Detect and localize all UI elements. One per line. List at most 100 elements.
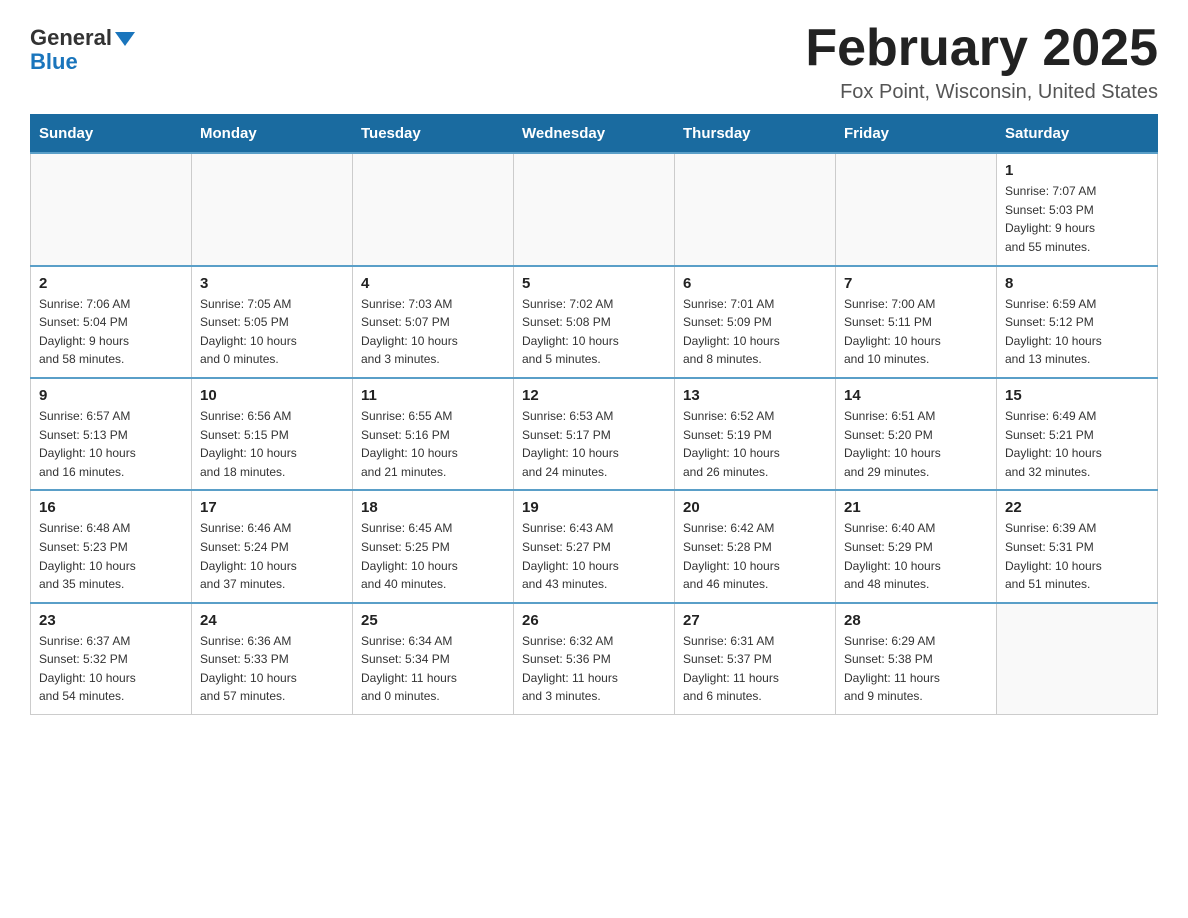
day-info: Sunrise: 6:51 AM Sunset: 5:20 PM Dayligh…: [844, 407, 988, 481]
logo-general: General: [30, 25, 135, 51]
table-row: 10 Sunrise: 6:56 AM Sunset: 5:15 PM Dayli…: [192, 378, 353, 490]
table-row: 19Sunrise: 6:43 AM Sunset: 5:27 PM Dayli…: [514, 490, 675, 602]
day-number: 8: [1005, 275, 1149, 292]
logo-general-text: General: [30, 25, 112, 51]
logo-blue-text: Blue: [30, 49, 78, 75]
table-row: 18 Sunrise: 6:45 AM Sunset: 5:25 PM Dayli…: [353, 490, 514, 602]
day-number: 14: [844, 387, 988, 404]
calendar-table: Sunday Monday Tuesday Wednesday Thursday…: [30, 114, 1158, 715]
table-row: [675, 153, 836, 265]
day-number: 4: [361, 275, 505, 292]
table-row: 8 Sunrise: 6:59 AM Sunset: 5:12 PM Daylig…: [997, 266, 1158, 378]
day-info: Sunrise: 6:52 AM Sunset: 5:19 PM Dayligh…: [683, 407, 827, 481]
day-info: Sunrise: 6:48 AM Sunset: 5:23 PM Dayligh…: [39, 519, 183, 593]
day-info: Sunrise: 6:34 AM Sunset: 5:34 PM Dayligh…: [361, 632, 505, 706]
col-thursday: Thursday: [675, 115, 836, 154]
table-row: 26 Sunrise: 6:32 AM Sunset: 5:36 PM Dayli…: [514, 603, 675, 715]
table-row: 28 Sunrise: 6:29 AM Sunset: 5:38 PM Dayli…: [836, 603, 997, 715]
calendar-week-row: 2 Sunrise: 7:06 AM Sunset: 5:04 PM Daylig…: [31, 266, 1158, 378]
logo-arrow-icon: [115, 32, 135, 46]
day-info: Sunrise: 6:39 AM Sunset: 5:31 PM Dayligh…: [1005, 519, 1149, 593]
table-row: 20 Sunrise: 6:42 AM Sunset: 5:28 PM Dayli…: [675, 490, 836, 602]
table-row: 13 Sunrise: 6:52 AM Sunset: 5:19 PM Dayli…: [675, 378, 836, 490]
table-row: 1 Sunrise: 7:07 AM Sunset: 5:03 PM Daylig…: [997, 153, 1158, 265]
day-number: 17: [200, 499, 344, 516]
month-title: February 2025: [805, 20, 1158, 77]
day-number: 16: [39, 499, 183, 516]
calendar-header-row: Sunday Monday Tuesday Wednesday Thursday…: [31, 115, 1158, 154]
page-header: General Blue February 2025 Fox Point, Wi…: [30, 20, 1158, 104]
table-row: 22Sunrise: 6:39 AM Sunset: 5:31 PM Dayli…: [997, 490, 1158, 602]
day-number: 5: [522, 275, 666, 292]
day-number: 21: [844, 499, 988, 516]
day-info: Sunrise: 6:42 AM Sunset: 5:28 PM Dayligh…: [683, 519, 827, 593]
table-row: 21 Sunrise: 6:40 AM Sunset: 5:29 PM Dayli…: [836, 490, 997, 602]
day-info: Sunrise: 6:45 AM Sunset: 5:25 PM Dayligh…: [361, 519, 505, 593]
day-info: Sunrise: 7:02 AM Sunset: 5:08 PM Dayligh…: [522, 295, 666, 369]
day-number: 27: [683, 612, 827, 629]
calendar-week-row: 1 Sunrise: 7:07 AM Sunset: 5:03 PM Daylig…: [31, 153, 1158, 265]
day-number: 1: [1005, 162, 1149, 179]
title-section: February 2025 Fox Point, Wisconsin, Unit…: [805, 20, 1158, 104]
day-number: 26: [522, 612, 666, 629]
day-info: Sunrise: 6:40 AM Sunset: 5:29 PM Dayligh…: [844, 519, 988, 593]
day-number: 11: [361, 387, 505, 404]
logo: General Blue: [30, 20, 135, 75]
day-info: Sunrise: 6:37 AM Sunset: 5:32 PM Dayligh…: [39, 632, 183, 706]
day-info: Sunrise: 7:05 AM Sunset: 5:05 PM Dayligh…: [200, 295, 344, 369]
table-row: 6 Sunrise: 7:01 AM Sunset: 5:09 PM Daylig…: [675, 266, 836, 378]
table-row: [353, 153, 514, 265]
col-sunday: Sunday: [31, 115, 192, 154]
day-info: Sunrise: 6:31 AM Sunset: 5:37 PM Dayligh…: [683, 632, 827, 706]
col-saturday: Saturday: [997, 115, 1158, 154]
day-number: 23: [39, 612, 183, 629]
table-row: [997, 603, 1158, 715]
table-row: 2 Sunrise: 7:06 AM Sunset: 5:04 PM Daylig…: [31, 266, 192, 378]
day-number: 9: [39, 387, 183, 404]
day-info: Sunrise: 6:46 AM Sunset: 5:24 PM Dayligh…: [200, 519, 344, 593]
table-row: 3 Sunrise: 7:05 AM Sunset: 5:05 PM Daylig…: [192, 266, 353, 378]
table-row: 16 Sunrise: 6:48 AM Sunset: 5:23 PM Dayli…: [31, 490, 192, 602]
day-number: 13: [683, 387, 827, 404]
day-info: Sunrise: 6:29 AM Sunset: 5:38 PM Dayligh…: [844, 632, 988, 706]
table-row: 17 Sunrise: 6:46 AM Sunset: 5:24 PM Dayli…: [192, 490, 353, 602]
calendar-week-row: 16 Sunrise: 6:48 AM Sunset: 5:23 PM Dayli…: [31, 490, 1158, 602]
col-wednesday: Wednesday: [514, 115, 675, 154]
day-info: Sunrise: 7:03 AM Sunset: 5:07 PM Dayligh…: [361, 295, 505, 369]
day-info: Sunrise: 7:06 AM Sunset: 5:04 PM Dayligh…: [39, 295, 183, 369]
day-info: Sunrise: 7:00 AM Sunset: 5:11 PM Dayligh…: [844, 295, 988, 369]
day-number: 10: [200, 387, 344, 404]
day-info: Sunrise: 6:32 AM Sunset: 5:36 PM Dayligh…: [522, 632, 666, 706]
day-number: 6: [683, 275, 827, 292]
calendar-week-row: 23 Sunrise: 6:37 AM Sunset: 5:32 PM Dayli…: [31, 603, 1158, 715]
day-number: 15: [1005, 387, 1149, 404]
table-row: 11 Sunrise: 6:55 AM Sunset: 5:16 PM Dayli…: [353, 378, 514, 490]
table-row: 15 Sunrise: 6:49 AM Sunset: 5:21 PM Dayli…: [997, 378, 1158, 490]
day-number: 18: [361, 499, 505, 516]
day-info: Sunrise: 6:56 AM Sunset: 5:15 PM Dayligh…: [200, 407, 344, 481]
table-row: 9 Sunrise: 6:57 AM Sunset: 5:13 PM Daylig…: [31, 378, 192, 490]
col-friday: Friday: [836, 115, 997, 154]
day-number: 12: [522, 387, 666, 404]
day-number: 28: [844, 612, 988, 629]
day-info: Sunrise: 7:07 AM Sunset: 5:03 PM Dayligh…: [1005, 182, 1149, 256]
table-row: 12 Sunrise: 6:53 AM Sunset: 5:17 PM Dayli…: [514, 378, 675, 490]
table-row: 5 Sunrise: 7:02 AM Sunset: 5:08 PM Daylig…: [514, 266, 675, 378]
table-row: 27 Sunrise: 6:31 AM Sunset: 5:37 PM Dayli…: [675, 603, 836, 715]
day-info: Sunrise: 7:01 AM Sunset: 5:09 PM Dayligh…: [683, 295, 827, 369]
day-info: Sunrise: 6:59 AM Sunset: 5:12 PM Dayligh…: [1005, 295, 1149, 369]
day-info: Sunrise: 6:55 AM Sunset: 5:16 PM Dayligh…: [361, 407, 505, 481]
day-number: 19: [522, 499, 666, 516]
table-row: 7Sunrise: 7:00 AM Sunset: 5:11 PM Daylig…: [836, 266, 997, 378]
day-info: Sunrise: 6:57 AM Sunset: 5:13 PM Dayligh…: [39, 407, 183, 481]
table-row: 14 Sunrise: 6:51 AM Sunset: 5:20 PM Dayli…: [836, 378, 997, 490]
table-row: 4 Sunrise: 7:03 AM Sunset: 5:07 PM Daylig…: [353, 266, 514, 378]
day-info: Sunrise: 6:36 AM Sunset: 5:33 PM Dayligh…: [200, 632, 344, 706]
col-monday: Monday: [192, 115, 353, 154]
day-info: Sunrise: 6:49 AM Sunset: 5:21 PM Dayligh…: [1005, 407, 1149, 481]
day-number: 2: [39, 275, 183, 292]
day-number: 25: [361, 612, 505, 629]
day-number: 20: [683, 499, 827, 516]
day-info: Sunrise: 6:53 AM Sunset: 5:17 PM Dayligh…: [522, 407, 666, 481]
day-number: 3: [200, 275, 344, 292]
